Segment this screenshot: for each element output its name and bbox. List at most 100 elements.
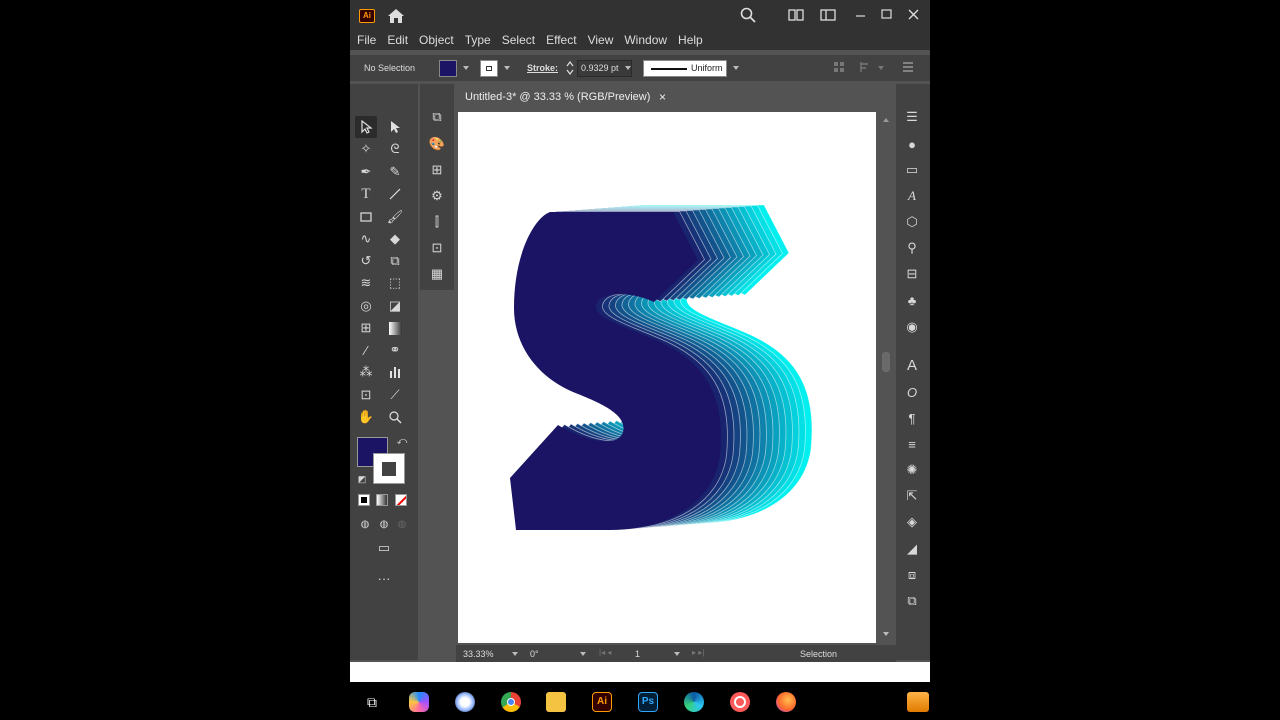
- transparency-panel-icon[interactable]: ≡: [902, 434, 922, 454]
- swatches-panel-icon[interactable]: ▦: [427, 264, 447, 284]
- scroll-thumb[interactable]: [882, 352, 890, 372]
- scale-tool-icon[interactable]: ⧉: [385, 251, 405, 271]
- transform-dropdown-icon[interactable]: [878, 66, 884, 70]
- rotation-dropdown-icon[interactable]: [580, 652, 586, 656]
- perspective-grid-tool-icon[interactable]: ◪: [385, 296, 405, 316]
- variable-width-profile[interactable]: Uniform: [643, 60, 727, 77]
- graphic-styles-icon[interactable]: ◉: [902, 317, 922, 337]
- app-red-icon[interactable]: [730, 692, 750, 712]
- stroke-color-box[interactable]: [373, 453, 405, 484]
- transform-panel-icon[interactable]: ⊞: [427, 160, 447, 180]
- artboard-number[interactable]: 1: [635, 649, 640, 659]
- stroke-weight-dropdown-icon[interactable]: [625, 66, 631, 70]
- draw-inside-icon[interactable]: ◍: [392, 514, 412, 534]
- 3d-panel-icon[interactable]: ⬡: [902, 212, 922, 232]
- firefox-icon[interactable]: [776, 692, 796, 712]
- align-panel-icon[interactable]: ⫿: [427, 212, 447, 232]
- none-mode-icon[interactable]: [395, 494, 407, 506]
- artboards-panel-icon[interactable]: ⊡: [427, 238, 447, 258]
- shaper-tool-icon[interactable]: ∿: [356, 229, 376, 249]
- stroke-swatch[interactable]: [480, 60, 498, 77]
- illustrator-taskbar-icon[interactable]: Ai: [592, 692, 612, 712]
- chrome-icon[interactable]: [501, 692, 521, 712]
- minimize-icon[interactable]: [853, 7, 869, 23]
- maximize-icon[interactable]: [879, 7, 895, 23]
- menu-type[interactable]: Type: [465, 33, 491, 47]
- search-icon[interactable]: [740, 7, 756, 23]
- pathfinder-panel-icon[interactable]: ⧉: [427, 107, 447, 127]
- mesh-tool-icon[interactable]: ⊞: [356, 318, 376, 338]
- artboard[interactable]: [458, 112, 876, 643]
- stroke-weight-input[interactable]: 0.9329 pt: [577, 60, 632, 77]
- home-icon[interactable]: [387, 8, 405, 24]
- magic-wand-tool-icon[interactable]: ✧: [356, 139, 376, 159]
- brushes-panel-icon[interactable]: ✺: [902, 460, 922, 480]
- close-document-icon[interactable]: ×: [659, 90, 666, 104]
- curvature-tool-icon[interactable]: ✎: [385, 162, 405, 182]
- fill-dropdown-icon[interactable]: [463, 66, 469, 70]
- s-front-shape[interactable]: [510, 212, 721, 530]
- zoom-level[interactable]: 33.33%: [463, 649, 494, 659]
- layers-panel-icon[interactable]: ◈: [902, 512, 922, 532]
- scroll-down-icon[interactable]: [883, 632, 889, 636]
- menu-edit[interactable]: Edit: [387, 33, 408, 47]
- close-icon[interactable]: [906, 7, 922, 23]
- menu-view[interactable]: View: [588, 33, 614, 47]
- puppet-warp-icon[interactable]: ⚲: [902, 238, 922, 258]
- arrange-documents-icon[interactable]: [788, 7, 804, 23]
- profile-dropdown-icon[interactable]: [733, 66, 739, 70]
- vertical-scrollbar[interactable]: [878, 112, 894, 643]
- task-view-icon[interactable]: ⧉: [362, 692, 382, 712]
- file-explorer-icon[interactable]: [546, 692, 566, 712]
- pathfinder-dock-icon[interactable]: ⧉: [902, 591, 922, 611]
- rectangle-tool-icon[interactable]: [356, 207, 376, 227]
- tray-app-icon[interactable]: [907, 692, 929, 712]
- links-panel-icon[interactable]: ⧈: [902, 565, 922, 585]
- color-mode-icon[interactable]: [358, 494, 370, 506]
- rotation-value[interactable]: 0°: [530, 649, 539, 659]
- artboard-next-last-icons[interactable]: ▸ ▸|: [692, 648, 704, 657]
- menu-effect[interactable]: Effect: [546, 33, 576, 47]
- free-transform-tool-icon[interactable]: ⬚: [385, 273, 405, 293]
- menu-object[interactable]: Object: [419, 33, 454, 47]
- character-panel-icon[interactable]: A: [902, 355, 922, 375]
- swap-colors-icon[interactable]: ⤺: [392, 431, 412, 451]
- export-panel-icon[interactable]: ⇱: [902, 486, 922, 506]
- s-blend-artwork[interactable]: [458, 112, 876, 643]
- character-styles-icon[interactable]: A: [902, 186, 922, 206]
- menu-file[interactable]: File: [357, 33, 376, 47]
- scroll-up-icon[interactable]: [883, 118, 889, 122]
- artboard-first-prev-icons[interactable]: |◂ ◂: [599, 648, 611, 657]
- gradient-panel-icon[interactable]: ▭: [902, 160, 922, 180]
- blend-tool-icon[interactable]: ⚭: [385, 340, 405, 360]
- warp-tool-icon[interactable]: ≋: [356, 273, 376, 293]
- asset-export-icon[interactable]: ⊟: [902, 264, 922, 284]
- column-graph-tool-icon[interactable]: [385, 362, 405, 382]
- lasso-tool-icon[interactable]: ᘓ: [385, 139, 405, 159]
- workspace-switcher-icon[interactable]: [820, 7, 836, 23]
- opentype-panel-icon[interactable]: O: [902, 382, 922, 402]
- screen-mode-icon[interactable]: ▭: [374, 538, 394, 558]
- menu-select[interactable]: Select: [502, 33, 535, 47]
- color-guide-panel-icon[interactable]: 🎨: [427, 134, 447, 154]
- type-tool-icon[interactable]: T: [356, 184, 376, 204]
- stroke-stepper-icon[interactable]: [566, 60, 574, 76]
- paragraph-panel-icon[interactable]: ¶: [902, 408, 922, 428]
- rotate-tool-icon[interactable]: ↺: [356, 251, 376, 271]
- transform-icon[interactable]: [859, 61, 871, 73]
- edit-toolbar-icon[interactable]: ···: [374, 568, 394, 588]
- draw-behind-icon[interactable]: ◍: [374, 514, 394, 534]
- photoshop-taskbar-icon[interactable]: Ps: [638, 692, 658, 712]
- draw-normal-icon[interactable]: ◍: [355, 514, 375, 534]
- shape-builder-tool-icon[interactable]: ◎: [356, 296, 376, 316]
- artboard-dropdown-icon[interactable]: [674, 652, 680, 656]
- slice-tool-icon[interactable]: ⟋: [385, 385, 405, 405]
- selection-tool-icon[interactable]: [356, 117, 376, 137]
- menu-window[interactable]: Window: [624, 33, 667, 47]
- hand-tool-icon[interactable]: ✋: [356, 407, 376, 427]
- eraser-tool-icon[interactable]: ◆: [385, 229, 405, 249]
- fill-swatch[interactable]: [439, 60, 457, 77]
- app-icon[interactable]: [455, 692, 475, 712]
- zoom-tool-icon[interactable]: [385, 407, 405, 427]
- gradient-mode-icon[interactable]: [376, 494, 388, 506]
